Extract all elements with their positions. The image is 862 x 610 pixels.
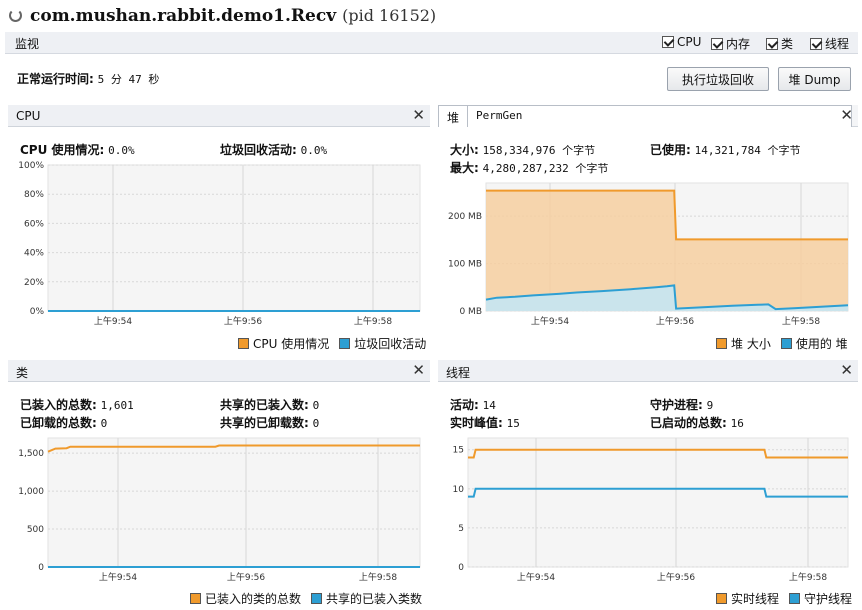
shared-loaded-stat: 共享的已装入数: 0	[220, 398, 320, 412]
legend-swatch	[716, 338, 727, 349]
x-tick-label: 上午9:58	[789, 571, 827, 583]
app-title: com.mushan.rabbit.demo1.Recv (pid 16152)	[30, 6, 437, 26]
checkbox-memory[interactable]: 内存	[711, 35, 750, 52]
heap-chart: 0 MB 100 MB 200 MB 上午9:54 上午9:56 上午9:58	[448, 182, 849, 327]
panel-header: 类 ✕	[8, 360, 430, 382]
classes-panel: 类 ✕ 已装入的总数: 1,601 共享的已装入数: 0 已卸载的总数: 0 共…	[8, 360, 430, 608]
threads-chart: 0 5 10 15 上午9:54 上午9:56 上午9:58	[453, 437, 849, 583]
heap-size-stat: 大小: 158,334,976 个字节	[450, 143, 596, 157]
check-icon	[810, 37, 822, 50]
y-tick-label: 15	[453, 446, 464, 456]
cpu-usage-stat: CPU 使用情况: 0.0%	[20, 143, 135, 157]
y-tick-label: 0%	[30, 307, 45, 317]
panel-header: CPU ✕	[8, 105, 430, 127]
heap-max-stat: 最大: 4,280,287,232 个字节	[450, 161, 609, 175]
cpu-panel: CPU ✕ CPU 使用情况: 0.0% 垃圾回收活动: 0.0% 0% 20% 4…	[8, 105, 430, 353]
y-tick-label: 0	[38, 563, 44, 573]
unloaded-total-stat: 已卸载的总数: 0	[20, 416, 108, 430]
threads-panel: 线程 ✕ 活动: 14 守护进程: 9 实时峰值: 15 已启动的总数: 16 …	[438, 360, 858, 608]
y-tick-label: 200 MB	[448, 212, 482, 222]
y-tick-label: 0 MB	[459, 307, 482, 317]
x-tick-label: 上午9:58	[354, 315, 392, 327]
peak-threads-stat: 实时峰值: 15	[450, 416, 520, 430]
tab-permgen[interactable]: PermGen	[467, 105, 852, 127]
close-icon[interactable]: ✕	[412, 361, 425, 379]
checkbox-threads[interactable]: 线程	[810, 35, 849, 52]
x-tick-label: 上午9:54	[99, 571, 137, 583]
legend-swatch	[789, 593, 801, 604]
live-threads-stat: 活动: 14	[450, 398, 496, 412]
y-tick-label: 100 MB	[448, 260, 482, 270]
legend-swatch	[238, 338, 249, 349]
y-tick-label: 40%	[24, 249, 44, 259]
gc-activity-stat: 垃圾回收活动: 0.0%	[220, 143, 328, 157]
tab-heap[interactable]: 堆	[438, 105, 469, 127]
pid-label: (pid 16152)	[342, 6, 437, 25]
panel-header: 堆 PermGen ✕	[438, 105, 858, 127]
checkbox-cpu[interactable]: CPU	[662, 35, 701, 49]
heap-dump-button[interactable]: 堆 Dump	[778, 67, 851, 91]
gc-button[interactable]: 执行垃圾回收	[667, 67, 769, 91]
daemon-threads-stat: 守护进程: 9	[650, 398, 714, 412]
y-tick-label: 1,500	[18, 449, 44, 459]
x-tick-label: 上午9:56	[227, 571, 265, 583]
y-tick-label: 500	[27, 525, 44, 535]
panel-header: 线程 ✕	[438, 360, 858, 382]
x-tick-label: 上午9:56	[656, 315, 694, 327]
y-tick-label: 5	[458, 524, 464, 534]
plot-area	[47, 437, 421, 568]
threads-legend: 实时线程 守护线程	[716, 590, 852, 607]
heap-used-stat: 已使用: 14,321,784 个字节	[650, 143, 801, 157]
cpu-legend: CPU 使用情况 垃圾回收活动	[238, 335, 426, 352]
heap-legend: 堆 大小 使用的 堆	[716, 335, 848, 352]
check-icon	[711, 37, 723, 50]
loading-icon	[9, 9, 22, 22]
y-tick-label: 1,000	[18, 487, 44, 497]
y-tick-label: 10	[453, 485, 465, 495]
panel-title: 线程	[446, 366, 471, 380]
checkbox-classes[interactable]: 类	[766, 35, 793, 52]
legend-swatch	[311, 593, 323, 604]
loaded-total-stat: 已装入的总数: 1,601	[20, 398, 134, 412]
x-tick-label: 上午9:54	[517, 571, 555, 583]
panel-title: 类	[16, 366, 29, 380]
legend-swatch	[780, 338, 792, 349]
x-tick-label: 上午9:54	[94, 315, 132, 327]
shared-unloaded-stat: 共享的已卸载数: 0	[220, 416, 320, 430]
classes-chart: 0 500 1,000 1,500 上午9:54 上午9:56 上午9:58	[18, 437, 421, 583]
check-icon	[662, 36, 674, 48]
x-tick-label: 上午9:58	[359, 571, 397, 583]
monitor-bar: 监视 CPU 内存 类 线程	[5, 32, 858, 54]
classes-legend: 已装入的类的总数 共享的已装入类数	[190, 590, 422, 607]
close-icon[interactable]: ✕	[412, 106, 425, 124]
close-icon[interactable]: ✕	[840, 361, 853, 379]
y-tick-label: 100%	[18, 161, 44, 171]
x-tick-label: 上午9:54	[531, 315, 569, 327]
x-tick-label: 上午9:58	[782, 315, 820, 327]
legend-swatch	[339, 338, 351, 349]
cpu-chart: 0% 20% 40% 60% 80% 100% 上午9:54 上午9:56 上午9:58	[18, 161, 421, 327]
plot-area	[47, 164, 421, 312]
legend-swatch	[716, 593, 727, 604]
y-tick-label: 80%	[24, 190, 44, 200]
legend-swatch	[190, 593, 201, 604]
close-icon[interactable]: ✕	[840, 106, 853, 124]
x-tick-label: 上午9:56	[224, 315, 262, 327]
monitor-label: 监视	[15, 37, 40, 51]
x-tick-label: 上午9:56	[657, 571, 695, 583]
heap-panel: 堆 PermGen ✕ 大小: 158,334,976 个字节 已使用: 14,…	[438, 105, 858, 353]
started-threads-stat: 已启动的总数: 16	[650, 416, 744, 430]
uptime: 正常运行时间: 5 分 47 秒	[17, 72, 160, 86]
panel-title: CPU	[16, 109, 41, 123]
y-tick-label: 0	[458, 563, 464, 573]
y-tick-label: 20%	[24, 278, 44, 288]
title-bar: com.mushan.rabbit.demo1.Recv (pid 16152)	[0, 0, 862, 32]
check-icon	[766, 37, 778, 50]
y-tick-label: 60%	[24, 219, 44, 229]
